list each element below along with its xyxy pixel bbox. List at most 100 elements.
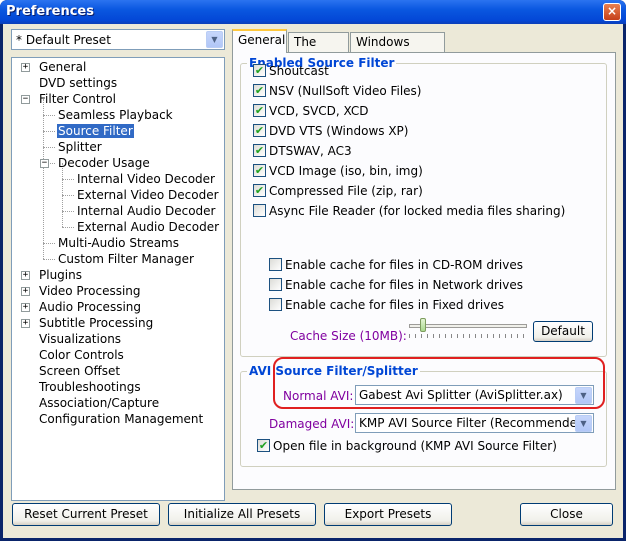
checkbox-label: Enable cache for files in Network drives bbox=[285, 278, 523, 292]
tab-the-rest[interactable]: The Rest bbox=[288, 32, 349, 67]
export-presets-button[interactable]: Export Presets bbox=[324, 503, 452, 526]
tree-item[interactable]: External Video Decoder bbox=[76, 187, 220, 203]
checkbox-box[interactable]: ✔ bbox=[253, 144, 266, 157]
tree-item[interactable]: Video Processing bbox=[38, 283, 142, 299]
dialog-body: * Default Preset ▼ + General DVD settings −… bbox=[3, 24, 623, 538]
source-filter-checkbox[interactable]: ✔ DVD VTS (Windows XP) bbox=[253, 124, 408, 141]
chevron-down-icon[interactable]: ▼ bbox=[206, 31, 223, 48]
tree-connector bbox=[62, 179, 74, 180]
cache-checkbox[interactable]: Enable cache for files in Fixed drives bbox=[269, 298, 504, 315]
tree-item[interactable]: DVD settings bbox=[38, 75, 118, 91]
initialize-all-presets-button[interactable]: Initialize All Presets bbox=[168, 503, 316, 526]
tree-item[interactable]: Color Controls bbox=[38, 347, 125, 363]
tree-item[interactable]: Custom Filter Manager bbox=[57, 251, 195, 267]
close-window-icon[interactable]: × bbox=[603, 3, 621, 21]
tree-item-label: Multi-Audio Streams bbox=[58, 236, 179, 250]
tree-item[interactable]: Multi-Audio Streams bbox=[57, 235, 180, 251]
tree-item[interactable]: Plugins bbox=[38, 267, 83, 283]
tree-item[interactable]: Splitter bbox=[57, 139, 103, 155]
checkbox-box[interactable]: ✔ bbox=[253, 124, 266, 137]
general-tab-panel: Enabled Source Filter ✔ Shoutcast ✔ NSV (Nu… bbox=[232, 52, 616, 490]
source-filter-checkbox[interactable]: ✔ VCD, SVCD, XCD bbox=[253, 104, 369, 121]
source-filter-checkbox[interactable]: Async File Reader (for locked media file… bbox=[253, 204, 565, 221]
tree-item[interactable]: Internal Audio Decoder bbox=[76, 203, 216, 219]
source-filter-checkbox[interactable]: ✔ VCD Image (iso, bin, img) bbox=[253, 164, 423, 181]
checkbox-box[interactable]: ✔ bbox=[253, 64, 266, 77]
tree-expander-icon[interactable]: + bbox=[21, 63, 30, 72]
chevron-down-icon[interactable]: ▼ bbox=[575, 415, 592, 432]
checkbox-label: VCD, SVCD, XCD bbox=[269, 104, 369, 118]
tree-item[interactable]: Troubleshootings bbox=[38, 379, 142, 395]
checkbox-label: VCD Image (iso, bin, img) bbox=[269, 164, 423, 178]
tab-windows-media[interactable]: Windows Media bbox=[350, 32, 445, 67]
tree-item[interactable]: Audio Processing bbox=[38, 299, 142, 315]
cache-checkbox[interactable]: Enable cache for files in CD-ROM drives bbox=[269, 258, 523, 275]
tree-item[interactable]: Filter Control bbox=[38, 91, 117, 107]
tree-expander-icon[interactable]: + bbox=[21, 319, 30, 328]
checkbox-box[interactable]: ✔ bbox=[253, 164, 266, 177]
default-button[interactable]: Default bbox=[533, 321, 593, 342]
source-filter-checkbox[interactable]: ✔ Shoutcast bbox=[253, 64, 329, 81]
preset-value: * Default Preset bbox=[16, 33, 111, 47]
source-filter-checkbox[interactable]: ✔ NSV (NullSoft Video Files) bbox=[253, 84, 422, 101]
tree-connector bbox=[62, 195, 74, 196]
open-in-background-label: Open file in background (KMP AVI Source … bbox=[273, 439, 557, 453]
checkbox-label: Async File Reader (for locked media file… bbox=[269, 204, 566, 218]
tree-connector bbox=[43, 243, 55, 244]
title-bar[interactable]: Preferences × bbox=[0, 0, 626, 24]
tree-item[interactable]: General bbox=[38, 59, 87, 75]
tree-item[interactable]: External Audio Decoder bbox=[76, 219, 220, 235]
window-title: Preferences bbox=[6, 4, 94, 19]
tab-general[interactable]: General bbox=[232, 29, 287, 53]
source-filter-checkbox[interactable]: ✔ Compressed File (zip, rar) bbox=[253, 184, 423, 201]
tree-item[interactable]: Screen Offset bbox=[38, 363, 121, 379]
tree-item[interactable]: Subtitle Processing bbox=[38, 315, 154, 331]
tree-connector bbox=[62, 211, 74, 212]
tree-item[interactable]: Source Filter bbox=[57, 123, 134, 139]
checkbox-box[interactable]: ✔ bbox=[253, 184, 266, 197]
checkbox-label: Enable cache for files in CD-ROM drives bbox=[285, 258, 523, 272]
tree-expander-icon[interactable]: − bbox=[21, 95, 30, 104]
checkbox-box[interactable] bbox=[269, 258, 282, 271]
checkbox-label: Compressed File (zip, rar) bbox=[269, 184, 423, 198]
close-button[interactable]: Close bbox=[520, 503, 613, 526]
tree-item[interactable]: Seamless Playback bbox=[57, 107, 174, 123]
checkbox-box[interactable]: ✔ bbox=[253, 104, 266, 117]
tree-item-label: Internal Audio Decoder bbox=[77, 204, 216, 218]
slider-thumb[interactable] bbox=[420, 318, 426, 332]
tree-item[interactable]: Visualizations bbox=[38, 331, 122, 347]
tree-item[interactable]: Association/Capture bbox=[38, 395, 160, 411]
tree-item-label: Video Processing bbox=[39, 284, 141, 298]
tree-item-label: Custom Filter Manager bbox=[58, 252, 194, 266]
tree-item[interactable]: Internal Video Decoder bbox=[76, 171, 216, 187]
checkbox-box[interactable] bbox=[269, 278, 282, 291]
tree-item-label: General bbox=[39, 60, 87, 74]
cache-checkbox[interactable]: Enable cache for files in Network drives bbox=[269, 278, 523, 295]
tree-item-label: Subtitle Processing bbox=[39, 316, 154, 330]
checkbox-label: Enable cache for files in Fixed drives bbox=[285, 298, 504, 312]
slider-ticks bbox=[409, 334, 527, 338]
tree-connector bbox=[43, 99, 44, 259]
damaged-avi-select[interactable]: KMP AVI Source Filter (Recommended) ▼ bbox=[355, 413, 594, 433]
tree-connector bbox=[43, 115, 55, 116]
tree-item[interactable]: Configuration Management bbox=[38, 411, 204, 427]
tree-item-label: Visualizations bbox=[39, 332, 122, 346]
tree-item[interactable]: Decoder Usage bbox=[57, 155, 151, 171]
tree-item-label: Decoder Usage bbox=[58, 156, 150, 170]
checkbox-box[interactable] bbox=[269, 298, 282, 311]
source-filter-checkbox[interactable]: ✔ DTSWAV, AC3 bbox=[253, 144, 352, 161]
cache-size-slider[interactable] bbox=[409, 317, 527, 339]
tree-expander-icon[interactable]: + bbox=[21, 287, 30, 296]
preset-select[interactable]: * Default Preset ▼ bbox=[11, 29, 225, 50]
open-in-background-checkbox[interactable]: ✔ Open file in background (KMP AVI Source… bbox=[257, 439, 557, 456]
tree-item-label: Association/Capture bbox=[39, 396, 160, 410]
checkbox-box[interactable]: ✔ bbox=[253, 84, 266, 97]
reset-current-preset-button[interactable]: Reset Current Preset bbox=[12, 503, 160, 526]
tree-expander-icon[interactable]: − bbox=[40, 159, 49, 168]
tree-expander-icon[interactable]: + bbox=[21, 303, 30, 312]
checkbox-box[interactable] bbox=[253, 204, 266, 217]
tree-connector bbox=[43, 131, 55, 132]
checkbox-label: DTSWAV, AC3 bbox=[269, 144, 352, 158]
checkbox-box[interactable]: ✔ bbox=[257, 439, 270, 452]
tree-expander-icon[interactable]: + bbox=[21, 271, 30, 280]
